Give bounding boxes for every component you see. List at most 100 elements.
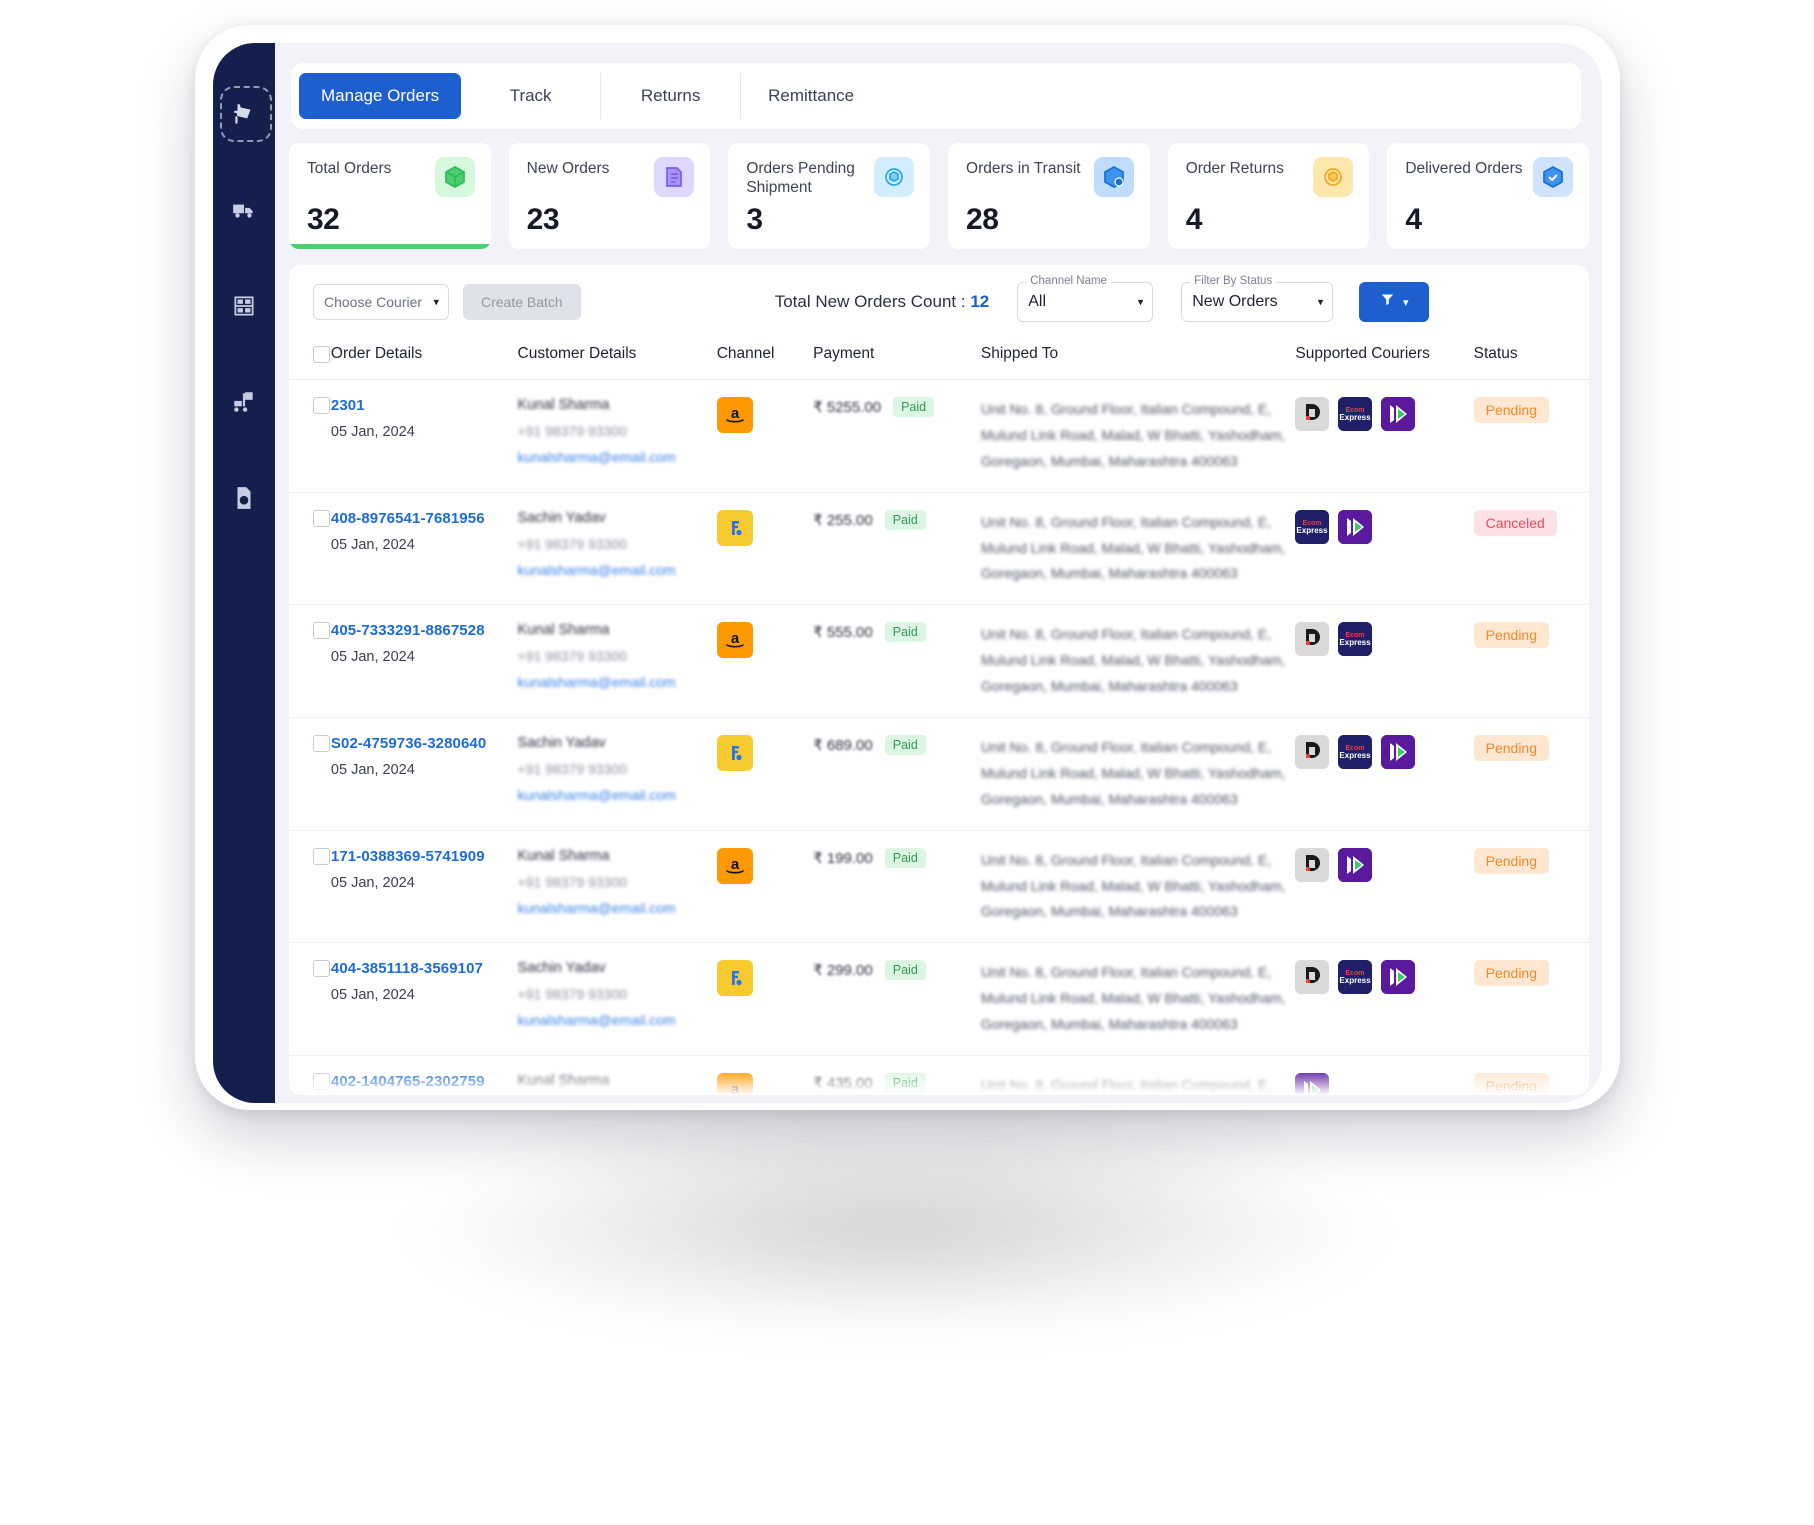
shipped-to-cell: Unit No. 8, Ground Floor, Italian Compou… [980, 492, 1296, 606]
channel-name-select[interactable]: Channel Name All ▾ [1017, 275, 1154, 322]
courier-ecom-icon[interactable]: Ecom Express [1338, 397, 1373, 431]
customer-name: Kunal Sharma [517, 1073, 610, 1090]
channel-amazon-icon: a [716, 1073, 753, 1095]
stat-card-orders-in-transit[interactable]: Orders in Transit 28 [948, 143, 1150, 249]
tab-label: Returns [640, 86, 701, 105]
order-date: 05 Jan, 2024 [330, 424, 415, 440]
stat-card-total-orders[interactable]: Total Orders 32 [289, 143, 491, 249]
courier-ecom-icon[interactable]: Ecom Express [1338, 960, 1373, 995]
stat-card-orders-pending-shipment[interactable]: Orders Pending Shipment 3 [728, 143, 931, 249]
order-id-link[interactable]: 405-7333291-8867528 [331, 622, 518, 639]
table-row[interactable]: 2301 05 Jan, 2024 Kunal Sharma +91 98379… [289, 379, 1589, 493]
stat-card-new-orders[interactable]: New Orders 23 [508, 143, 711, 249]
box-check-icon [1533, 157, 1574, 197]
customer-details-cell: Sachin Yadav +91 98379 93300 kunalsharma… [517, 942, 717, 1057]
box-refresh-icon [874, 157, 915, 197]
tab-manage-orders[interactable]: Manage Orders [299, 73, 462, 119]
shipment-label-icon [231, 101, 257, 127]
sidebar-item-shipments[interactable] [213, 83, 275, 145]
courier-ecom-icon[interactable]: Ecom Express [1338, 735, 1373, 770]
tab-remittance[interactable]: Remittance [741, 73, 881, 119]
order-id-link[interactable]: 402-1404765-2302759 [331, 1073, 518, 1090]
order-id-link[interactable]: S02-4759736-3280640 [331, 735, 518, 752]
courier-delhivery-icon[interactable] [1295, 735, 1330, 770]
customer-email-link[interactable]: kunalsharma@email.com [518, 674, 717, 690]
order-id-link[interactable]: 2301 [331, 397, 518, 414]
row-checkbox[interactable] [313, 1073, 330, 1091]
customer-email-link[interactable]: kunalsharma@email.com [518, 449, 717, 465]
address-line-1: Unit No. 8, Ground Floor, Italian Compou… [980, 851, 1272, 868]
select-all-checkbox[interactable] [313, 345, 330, 363]
row-select-cell [289, 379, 331, 493]
order-details-cell: 402-1404765-2302759 05 Jan, 2024 [330, 1055, 518, 1095]
app-viewport: Manage Orders Track Returns Remittance T… [213, 43, 1602, 1103]
customer-email-link[interactable]: kunalsharma@email.com [518, 900, 717, 916]
col-order-details: Order Details [330, 339, 518, 380]
chevron-down-icon: ▾ [1402, 296, 1409, 309]
courier-shadowfax-icon[interactable] [1381, 960, 1416, 995]
address-line-3: Goregaon, Mumbai, Maharashtra 400063 [980, 1016, 1238, 1033]
tab-returns[interactable]: Returns [601, 73, 742, 119]
row-checkbox[interactable] [313, 847, 330, 865]
create-batch-button[interactable]: Create Batch [463, 284, 581, 320]
order-id-link[interactable]: 404-3851118-3569107 [331, 960, 518, 977]
courier-ecom-icon[interactable]: Ecom Express [1295, 509, 1330, 544]
payment-amount: ₹ 689.00 [813, 737, 873, 755]
svg-text:Express: Express [1340, 751, 1372, 760]
courier-ecom-icon[interactable]: Ecom Express [1338, 622, 1373, 657]
payment-cell: ₹ 689.00 Paid [813, 717, 981, 831]
row-checkbox[interactable] [313, 509, 330, 527]
tab-track[interactable]: Track [461, 73, 602, 119]
filter-button[interactable]: ▾ [1359, 282, 1430, 322]
courier-shadowfax-icon[interactable] [1338, 847, 1373, 882]
table-row[interactable]: 405-7333291-8867528 05 Jan, 2024 Kunal S… [289, 604, 1589, 719]
sidebar-item-delivery[interactable] [213, 179, 275, 241]
courier-delhivery-icon[interactable] [1295, 397, 1330, 431]
stat-card-delivered-orders[interactable]: Delivered Orders 4 [1387, 143, 1590, 249]
backdrop-shadow [230, 1090, 1560, 1370]
row-checkbox[interactable] [313, 960, 330, 978]
table-row[interactable]: 171-0388369-5741909 05 Jan, 2024 Kunal S… [289, 830, 1589, 944]
table-row[interactable]: 404-3851118-3569107 05 Jan, 2024 Sachin … [289, 942, 1589, 1057]
shipped-to-cell: Unit No. 8, Ground Floor, Italian Compou… [980, 717, 1296, 831]
stat-card-order-returns[interactable]: Order Returns 4 [1167, 143, 1370, 249]
payment-status-badge: Paid [884, 509, 926, 530]
address-line-3: Goregaon, Mumbai, Maharashtra 400063 [980, 790, 1238, 807]
courier-shadowfax-icon[interactable] [1381, 735, 1416, 770]
col-customer-details: Customer Details [517, 339, 717, 380]
row-checkbox[interactable] [313, 735, 330, 753]
channel-cell: a [716, 379, 814, 493]
sidebar-item-fulfilment[interactable] [213, 371, 275, 433]
status-badge: Pending [1473, 397, 1550, 423]
courier-select[interactable]: Choose Courier ▾ [313, 284, 449, 320]
sidebar-item-reports[interactable] [213, 467, 275, 529]
app-window: Manage Orders Track Returns Remittance T… [195, 25, 1620, 1110]
courier-shadowfax-icon[interactable] [1338, 509, 1373, 544]
filter-by-status-select[interactable]: Filter By Status New Orders ▾ [1181, 275, 1334, 322]
stat-label: Order Returns [1185, 160, 1284, 177]
channel-cell: a [716, 604, 814, 719]
chevron-down-icon: ▾ [1137, 296, 1144, 309]
order-id-link[interactable]: 408-8976541-7681956 [331, 510, 518, 527]
address-line-3: Goregaon, Mumbai, Maharashtra 400063 [980, 678, 1238, 695]
table-row[interactable]: S02-4759736-3280640 05 Jan, 2024 Sachin … [289, 717, 1589, 831]
order-id-link[interactable]: 171-0388369-5741909 [331, 848, 518, 865]
customer-details-cell: Kunal Sharma +91 98379 93300 kunalsharma… [517, 1055, 717, 1095]
customer-email-link[interactable]: kunalsharma@email.com [518, 1012, 717, 1028]
courier-delhivery-icon[interactable] [1295, 622, 1330, 657]
status-badge: Pending [1473, 622, 1550, 649]
orders-panel: Choose Courier ▾ Create Batch Total New … [289, 265, 1589, 1095]
customer-email-link[interactable]: kunalsharma@email.com [518, 562, 717, 578]
warehouse-rack-icon [231, 293, 257, 319]
courier-delhivery-icon[interactable] [1295, 847, 1330, 882]
forklift-icon [231, 389, 257, 415]
courier-shadowfax-icon[interactable] [1295, 1073, 1330, 1095]
table-row[interactable]: 408-8976541-7681956 05 Jan, 2024 Sachin … [289, 492, 1589, 606]
row-checkbox[interactable] [313, 397, 330, 414]
table-row[interactable]: 402-1404765-2302759 05 Jan, 2024 Kunal S… [289, 1055, 1589, 1095]
courier-delhivery-icon[interactable] [1295, 960, 1330, 995]
row-checkbox[interactable] [313, 622, 330, 640]
courier-shadowfax-icon[interactable] [1381, 397, 1416, 431]
sidebar-item-inventory[interactable] [213, 275, 275, 337]
customer-email-link[interactable]: kunalsharma@email.com [518, 787, 717, 803]
